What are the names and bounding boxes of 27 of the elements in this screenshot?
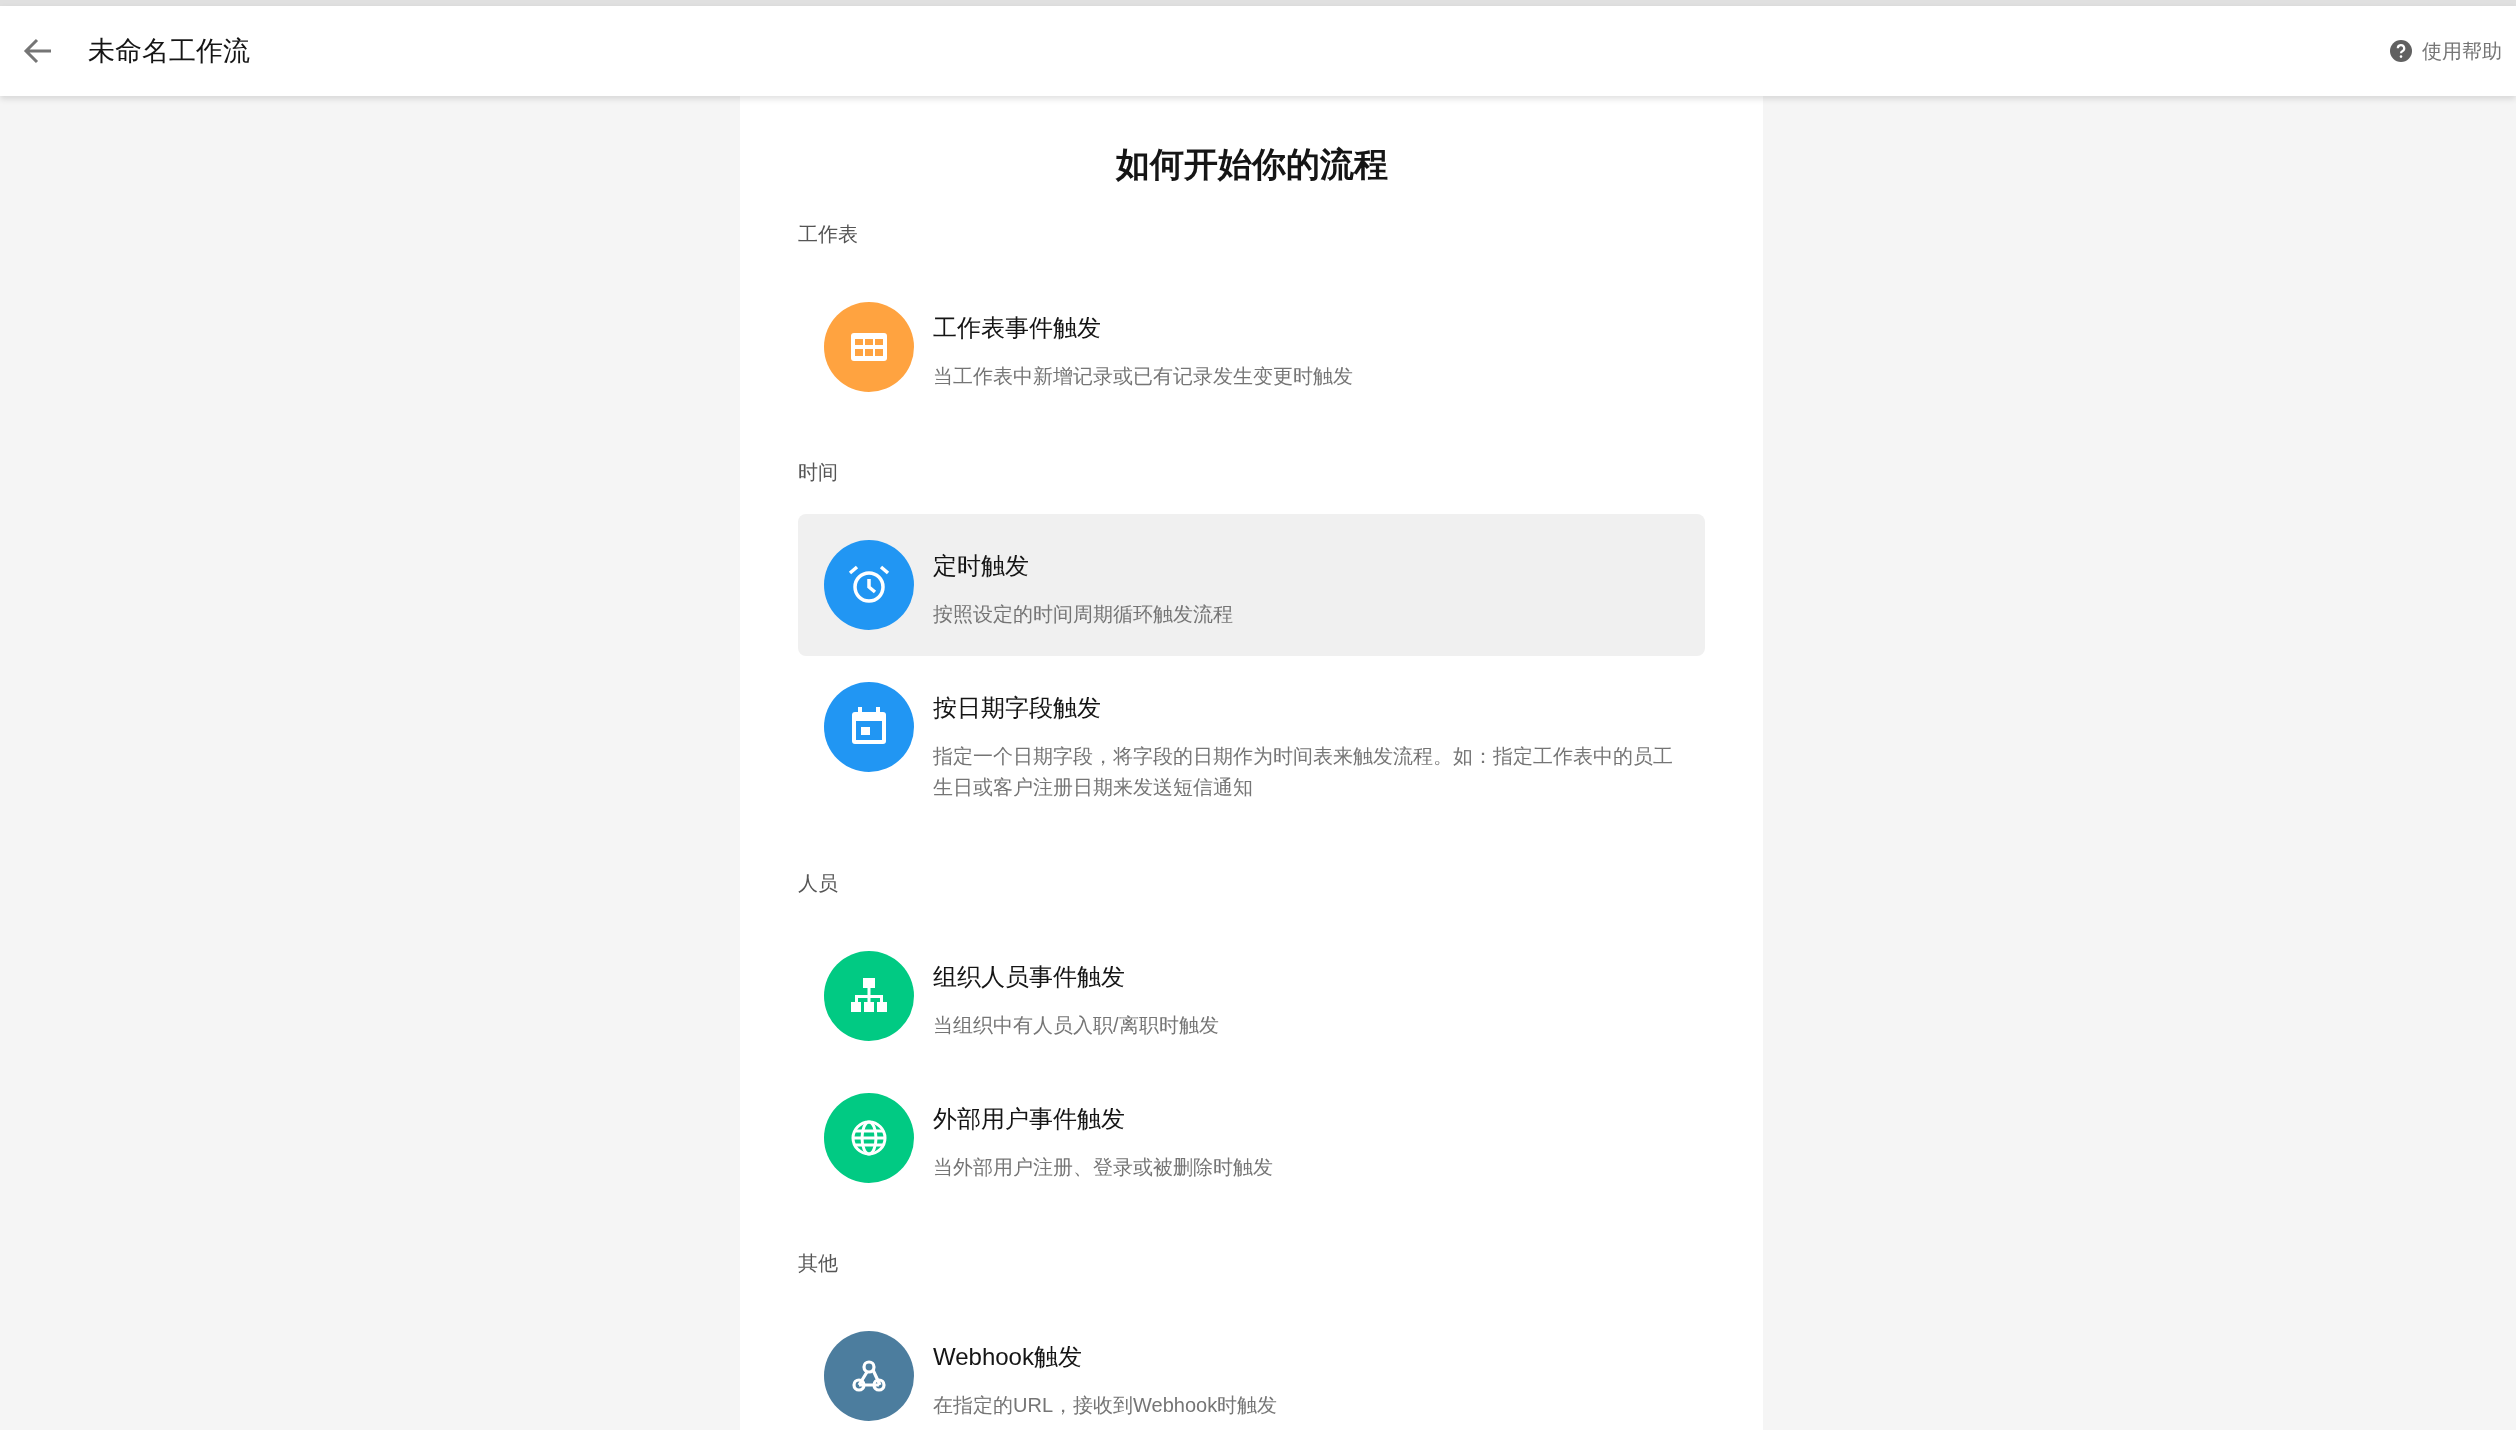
help-icon xyxy=(2390,40,2412,62)
trigger-option[interactable]: Webhook触发 在指定的URL，接收到Webhook时触发 xyxy=(798,1305,1705,1430)
trigger-description: 当工作表中新增记录或已有记录发生变更时触发 xyxy=(933,364,1353,389)
section-label: 人员 xyxy=(798,871,839,896)
trigger-option[interactable]: 组织人员事件触发 当组织中有人员入职/离职时触发 xyxy=(798,925,1705,1067)
trigger-description: 当组织中有人员入职/离职时触发 xyxy=(933,1013,1219,1038)
trigger-option[interactable]: 按日期字段触发 指定一个日期字段，将字段的日期作为时间表来触发流程。如：指定工作表中的员工生日或客户注册日期来发送短信通知 xyxy=(798,656,1705,829)
trigger-description: 当外部用户注册、登录或被删除时触发 xyxy=(933,1155,1273,1180)
trigger-title: 工作表事件触发 xyxy=(933,313,1102,343)
section-label: 其他 xyxy=(798,1251,839,1276)
trigger-description: 在指定的URL，接收到Webhook时触发 xyxy=(933,1393,1278,1418)
trigger-description: 按照设定的时间周期循环触发流程 xyxy=(933,602,1233,627)
trigger-title: 外部用户事件触发 xyxy=(933,1104,1126,1134)
help-link[interactable]: 使用帮助 xyxy=(2390,36,2502,66)
trigger-title: 定时触发 xyxy=(933,551,1030,581)
page-heading: 如何开始你的流程 xyxy=(1114,144,1389,185)
workflow-title: 未命名工作流 xyxy=(88,34,250,68)
trigger-option[interactable]: 定时触发 按照设定的时间周期循环触发流程 xyxy=(798,514,1705,656)
back-arrow-icon xyxy=(23,37,53,65)
trigger-title: 组织人员事件触发 xyxy=(933,962,1126,992)
trigger-option[interactable]: 工作表事件触发 当工作表中新增记录或已有记录发生变更时触发 xyxy=(798,276,1705,418)
trigger-title: Webhook触发 xyxy=(933,1342,1083,1372)
section-label: 工作表 xyxy=(798,222,859,247)
section-label: 时间 xyxy=(798,460,839,485)
trigger-description: 指定一个日期字段，将字段的日期作为时间表来触发流程。如：指定工作表中的员工生日或客户注册日期来发送短信通知 xyxy=(933,744,1674,800)
trigger-option[interactable]: 外部用户事件触发 当外部用户注册、登录或被删除时触发 xyxy=(798,1067,1705,1209)
trigger-title: 按日期字段触发 xyxy=(933,693,1102,723)
